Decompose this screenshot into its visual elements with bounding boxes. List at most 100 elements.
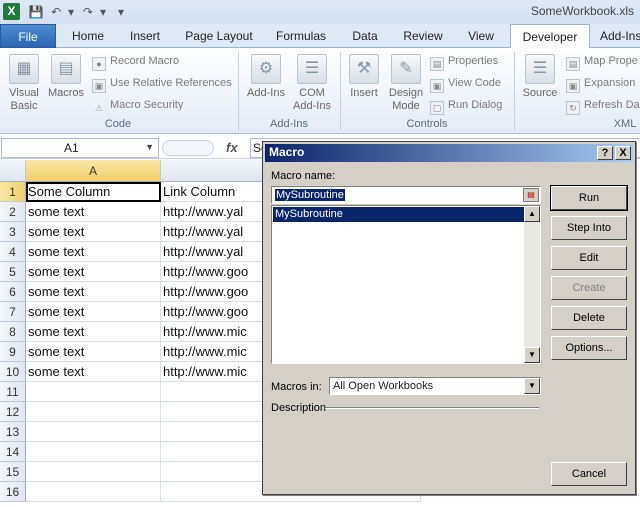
formula-bar-expander[interactable] [162,140,214,156]
table-cell[interactable]: some text [26,222,161,242]
run-button[interactable]: Run [550,185,628,211]
list-scrollbar[interactable]: ▲ ▼ [524,206,540,363]
chevron-down-icon[interactable]: ▼ [145,142,154,152]
dialog-title-bar[interactable]: Macro ? X [265,144,633,162]
row-header[interactable]: 6 [0,282,26,302]
table-cell[interactable]: some text [26,322,161,342]
tab-data[interactable]: Data [340,24,390,48]
view-code-button[interactable]: ▣ View Code [430,74,501,93]
row-header[interactable]: 2 [0,202,26,222]
redo-dropdown-icon[interactable]: ▾ [98,4,108,20]
source-button[interactable]: ☰ Source [518,54,562,100]
use-relative-references-button[interactable]: ▣ Use Relative References [92,74,232,93]
list-item[interactable]: MySubroutine [273,207,524,222]
tab-formulas[interactable]: Formulas [266,24,336,48]
insert-function-icon[interactable]: fx [226,140,238,155]
row-header[interactable]: 14 [0,442,26,462]
macro-name-input[interactable]: MySubroutine ▤ [271,186,541,204]
row-header[interactable]: 16 [0,482,26,502]
table-cell[interactable] [26,462,161,482]
tab-page-layout[interactable]: Page Layout [176,24,262,48]
options-button[interactable]: Options... [551,336,627,360]
customize-qat-icon[interactable]: ▾ [116,4,126,20]
table-cell[interactable] [26,422,161,442]
table-cell[interactable]: some text [26,262,161,282]
table-cell[interactable]: some text [26,242,161,262]
column-header-a[interactable]: A [26,160,161,182]
tab-home[interactable]: Home [62,24,114,48]
scroll-down-icon[interactable]: ▼ [524,347,540,363]
run-dialog-button[interactable]: ▢ Run Dialog [430,96,502,115]
row-header[interactable]: 9 [0,342,26,362]
macros-button[interactable]: ▤ Macros [46,54,86,100]
tab-add-ins[interactable]: Add-Ins [594,24,640,48]
map-properties-button[interactable]: ▤ Map Prope [566,52,638,71]
edit-button[interactable]: Edit [551,246,627,270]
excel-logo-icon[interactable]: X [3,3,20,20]
step-into-button[interactable]: Step Into [551,216,627,240]
tab-view[interactable]: View [456,24,506,48]
table-cell[interactable]: some text [26,282,161,302]
tab-file[interactable]: File [0,24,56,48]
undo-icon[interactable]: ↶ [48,4,64,20]
visual-basic-button[interactable]: ▦ Visual Basic [4,54,44,113]
table-cell[interactable]: some text [26,302,161,322]
save-icon[interactable]: 💾 [28,4,44,20]
row-header[interactable]: 4 [0,242,26,262]
tab-insert[interactable]: Insert [118,24,172,48]
undo-dropdown-icon[interactable]: ▾ [66,4,76,20]
macro-name-label: Macro name: [271,170,336,182]
delete-button[interactable]: Delete [551,306,627,330]
expansion-packs-label: Expansion [584,77,636,89]
row-header[interactable]: 11 [0,382,26,402]
row-header[interactable]: 13 [0,422,26,442]
visual-basic-icon: ▦ [9,54,39,84]
toolbox-icon: ⚒ [349,54,379,84]
row-header[interactable]: 1 [0,182,26,202]
name-box-value: A1 [64,141,79,155]
macro-security-button[interactable]: ⚠ Macro Security [92,96,183,114]
row-header[interactable]: 3 [0,222,26,242]
add-ins-button[interactable]: ⚙ Add-Ins [244,54,288,100]
active-cell[interactable]: Some Column [26,182,161,202]
tab-developer[interactable]: Developer [510,24,590,49]
record-macro-button[interactable]: ● Record Macro [92,52,180,71]
chevron-down-icon[interactable]: ▼ [524,378,540,394]
range-select-icon[interactable]: ▤ [523,188,539,202]
properties-button[interactable]: ▤ Properties [430,52,498,71]
com-add-ins-button[interactable]: ☰ COM Add-Ins [290,54,334,113]
macros-in-select[interactable]: All Open Workbooks ▼ [329,377,541,395]
help-icon[interactable]: ? [597,146,613,160]
row-header[interactable]: 8 [0,322,26,342]
macro-list[interactable]: MySubroutine ▲ ▼ [271,205,541,364]
table-cell[interactable]: some text [26,202,161,222]
table-cell[interactable] [26,482,161,502]
record-macro-label: Record Macro [110,55,180,67]
redo-icon[interactable]: ↷ [80,4,96,20]
refresh-data-button[interactable]: ↻ Refresh Da [566,96,640,115]
scroll-up-icon[interactable]: ▲ [524,206,540,222]
insert-control-button[interactable]: ⚒ Insert [344,54,384,100]
create-button[interactable]: Create [551,276,627,300]
close-icon[interactable]: X [615,146,631,160]
relative-references-label: Use Relative References [110,77,232,89]
table-cell[interactable] [26,402,161,422]
table-cell[interactable] [26,382,161,402]
row-header[interactable]: 5 [0,262,26,282]
xml-group-label: XML [613,118,637,130]
xml-source-icon: ☰ [525,54,555,84]
row-header[interactable]: 15 [0,462,26,482]
expansion-packs-button[interactable]: ▣ Expansion [566,74,636,93]
table-cell[interactable]: some text [26,342,161,362]
select-all-corner[interactable] [0,160,26,182]
tab-review[interactable]: Review [394,24,452,48]
cancel-button[interactable]: Cancel [551,462,627,486]
row-header[interactable]: 7 [0,302,26,322]
name-box[interactable]: A1 ▼ [1,138,159,158]
row-header[interactable]: 10 [0,362,26,382]
macros-in-value: All Open Workbooks [333,380,434,392]
table-cell[interactable]: some text [26,362,161,382]
table-cell[interactable] [26,442,161,462]
row-header[interactable]: 12 [0,402,26,422]
design-mode-button[interactable]: ✎ Design Mode [386,54,426,113]
